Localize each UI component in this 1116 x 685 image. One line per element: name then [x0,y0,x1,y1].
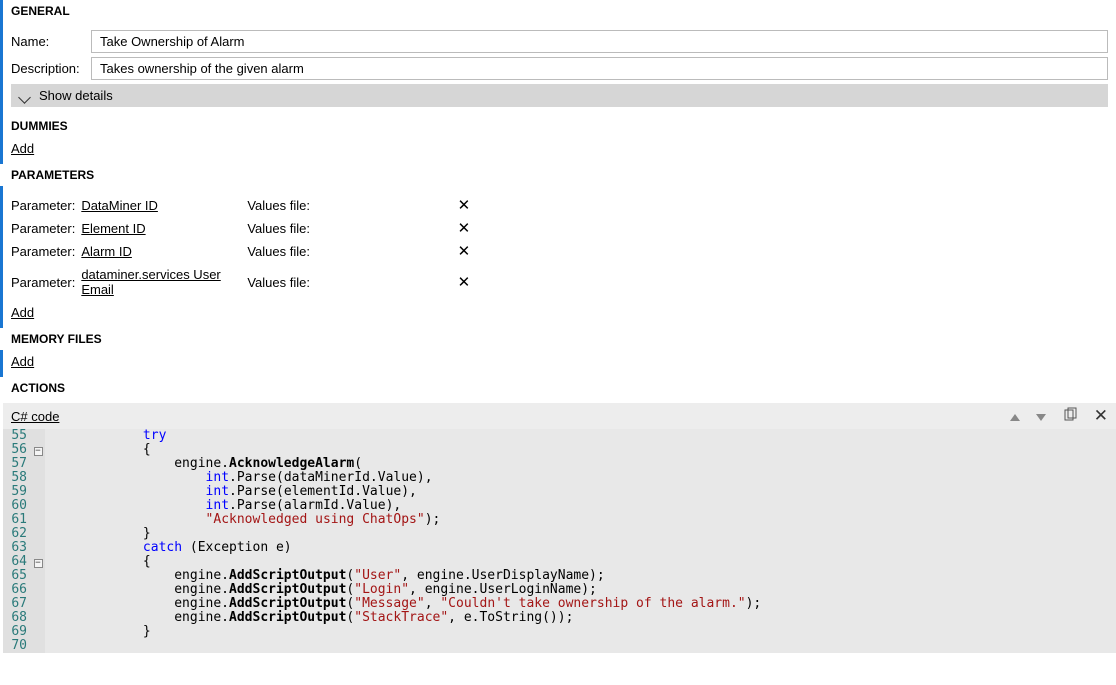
parameter-row: Parameter: DataMiner ID Values file: ✕ [11,198,1108,213]
action-item-link[interactable]: C# code [11,409,59,424]
parameter-name-link[interactable]: dataminer.services User Email [81,267,241,297]
parameter-label: Parameter: [11,221,75,236]
move-up-button[interactable] [1010,408,1020,424]
parameter-row: Parameter: Element ID Values file: ✕ [11,221,1108,236]
clear-values-file-button[interactable]: ✕ [452,198,476,213]
section-actions-header: ACTIONS [0,377,1116,399]
copy-icon [1062,407,1078,423]
parameter-label: Parameter: [11,275,75,290]
section-general-body: Name: Description: Show details [0,22,1116,115]
parameter-name-link[interactable]: Element ID [81,221,241,236]
section-parameters-header: PARAMETERS [0,164,1116,186]
clear-values-file-button[interactable]: ✕ [452,244,476,259]
values-file-label: Values file: [247,275,310,290]
section-memory-body: Add [0,350,1116,377]
parameters-add-link[interactable]: Add [11,305,34,320]
code-editor[interactable]: 55565758596061626364656667686970 − − try… [3,429,1116,653]
show-details-toggle[interactable]: Show details [11,84,1108,107]
parameter-label: Parameter: [11,198,75,213]
section-dummies-body: Add [0,137,1116,164]
parameter-name-link[interactable]: Alarm ID [81,244,241,259]
dummies-add-link[interactable]: Add [11,141,34,156]
section-dummies-header: DUMMIES [0,115,1116,137]
code-body[interactable]: try { engine.AcknowledgeAlarm( int.Parse… [45,429,761,653]
chevron-down-icon [19,90,31,102]
section-parameters-body: Parameter: DataMiner ID Values file: ✕Pa… [0,186,1116,328]
section-actions-body: C# code ✕ 555657585960616263646566676869… [0,403,1116,653]
parameter-row: Parameter: Alarm ID Values file: ✕ [11,244,1108,259]
move-down-button[interactable] [1036,408,1046,424]
name-label: Name: [11,34,83,49]
code-gutter: 55565758596061626364656667686970 [3,429,31,653]
section-general-header: GENERAL [0,0,1116,22]
description-input[interactable] [91,57,1108,80]
values-file-label: Values file: [247,221,310,236]
description-label: Description: [11,61,83,76]
memory-add-link[interactable]: Add [11,354,34,369]
values-file-label: Values file: [247,244,310,259]
name-input[interactable] [91,30,1108,53]
actions-toolbar: C# code ✕ [3,403,1116,429]
show-details-label: Show details [39,88,113,103]
parameter-label: Parameter: [11,244,75,259]
parameter-row: Parameter: dataminer.services User Email… [11,267,1108,297]
code-fold-column: − − [31,429,45,653]
clear-values-file-button[interactable]: ✕ [452,275,476,290]
values-file-label: Values file: [247,198,310,213]
delete-action-button[interactable]: ✕ [1094,406,1108,426]
parameter-name-link[interactable]: DataMiner ID [81,198,241,213]
triangle-down-icon [1036,414,1046,421]
triangle-up-icon [1010,414,1020,421]
section-memory-header: MEMORY FILES [0,328,1116,350]
copy-button[interactable] [1062,407,1078,426]
clear-values-file-button[interactable]: ✕ [452,221,476,236]
